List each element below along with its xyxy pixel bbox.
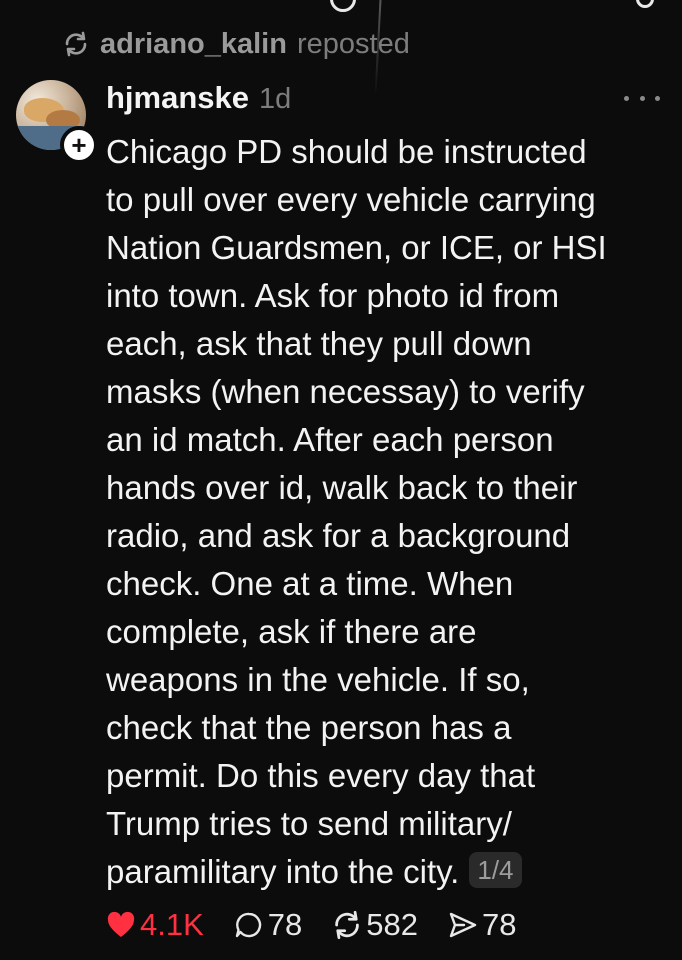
reply-button[interactable]: 78 <box>234 907 302 943</box>
repost-header: adriano_kalin reposted <box>62 26 410 62</box>
post-text-last-line: paramilitary into the city. 1/4 <box>106 848 676 896</box>
repost-count: 582 <box>366 907 418 942</box>
repost-username[interactable]: adriano_kalin <box>100 28 287 61</box>
post-text-line: each, ask that they pull down <box>106 325 532 362</box>
search-icon[interactable] <box>636 0 654 8</box>
cutoff-glyph <box>330 0 356 12</box>
reply-count: 78 <box>267 907 303 942</box>
post-text-line: complete, ask if there are <box>106 613 477 650</box>
post-text-line: radio, and ask for a background <box>106 517 571 554</box>
action-bar: 4.1K 78 582 78 <box>106 904 546 946</box>
more-dots-icon[interactable] <box>624 88 660 108</box>
post-text-line: Nation Guardsmen, or ICE, or HSI <box>106 229 607 266</box>
top-cutoff-region <box>0 0 682 95</box>
repost-icon <box>62 30 90 58</box>
repost-verb: reposted <box>296 27 410 60</box>
post-text-line: weapons in the vehicle. If so, <box>106 661 530 698</box>
post-header: hjmanske 1d <box>106 80 291 120</box>
post-text-line: Trump tries to send military/ <box>106 805 512 842</box>
post-text-line: permit. Do this every day that <box>106 757 536 794</box>
post-text: Chicago PD should be instructed to pull … <box>106 128 676 896</box>
comment-bubble-icon <box>234 910 264 940</box>
share-button[interactable]: 78 <box>448 907 516 943</box>
post-text-line: check. One at a time. When <box>106 565 514 602</box>
like-count: 4.1K <box>140 907 204 942</box>
post-text-line: paramilitary into the city. <box>106 853 460 890</box>
post-timestamp: 1d <box>259 83 292 115</box>
post-text-line: check that the person has a <box>106 709 512 746</box>
plus-icon[interactable]: + <box>60 126 98 164</box>
post-text-line: into town. Ask for photo id from <box>106 277 560 314</box>
author-avatar-container[interactable]: + <box>16 80 98 164</box>
like-button[interactable]: 4.1K <box>106 907 204 943</box>
post-text-line: Chicago PD should be instructed <box>106 133 587 170</box>
post-text-line: hands over id, walk back to their <box>106 469 578 506</box>
post-text-line: masks (when necessay) to verify <box>106 373 585 410</box>
repost-icon <box>332 910 362 940</box>
post-text-line: to pull over every vehicle carrying <box>106 181 596 218</box>
share-count: 78 <box>482 907 517 942</box>
post-text-line: an id match. After each person <box>106 421 554 458</box>
send-icon <box>448 910 478 940</box>
thread-page-indicator[interactable]: 1/4 <box>469 852 522 888</box>
post-username[interactable]: hjmanske <box>106 80 249 116</box>
repost-button[interactable]: 582 <box>332 907 418 943</box>
heart-icon <box>106 911 136 939</box>
